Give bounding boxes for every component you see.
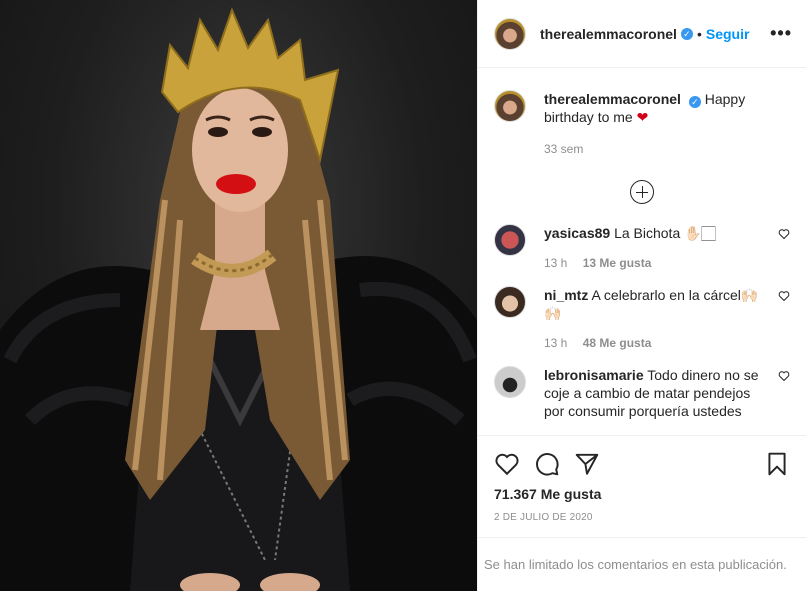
like-comment-heart-icon[interactable]: [778, 290, 790, 302]
portrait-illustration: [0, 7, 477, 591]
like-heart-icon[interactable]: [494, 451, 520, 477]
commenter-avatar[interactable]: [494, 366, 526, 398]
post-header: therealemmacoronel ✓ • Seguir •••: [478, 0, 806, 68]
post-actions: 71.367 Me gusta 2 DE JULIO DE 2020: [478, 435, 806, 523]
author-username[interactable]: therealemmacoronel: [540, 26, 677, 42]
comment-username[interactable]: ni_mtz: [544, 287, 588, 303]
more-options-icon[interactable]: •••: [770, 23, 792, 44]
comment-item: lebronisamarie Todo dinero no se coje a …: [494, 366, 790, 420]
share-paper-plane-icon[interactable]: [574, 451, 600, 477]
commenter-avatar[interactable]: [494, 286, 526, 318]
verified-badge-icon: ✓: [680, 27, 693, 40]
verified-badge-icon: ✓: [688, 96, 701, 108]
post-side-panel: therealemmacoronel ✓ • Seguir ••• therea…: [477, 0, 806, 591]
post-caption: therealemmacoronel ✓ Happy birthday to m…: [494, 68, 790, 158]
comment-likes[interactable]: 13 Me gusta: [583, 256, 652, 270]
comment-username[interactable]: yasicas89: [544, 225, 610, 241]
comment-item: yasicas89 La Bichota ✋🏻🏻 13 h 13 Me gust…: [494, 224, 790, 272]
comment-time[interactable]: 13 h: [544, 336, 567, 350]
separator-dot: •: [696, 25, 702, 42]
instagram-post: therealemmacoronel ✓ • Seguir ••• therea…: [0, 0, 806, 591]
caption-username[interactable]: therealemmacoronel: [544, 91, 681, 107]
author-avatar[interactable]: [494, 17, 526, 50]
load-more-comments-icon[interactable]: [630, 180, 654, 204]
save-bookmark-icon[interactable]: [764, 451, 790, 477]
like-comment-heart-icon[interactable]: [778, 228, 790, 240]
commenter-avatar[interactable]: [494, 224, 526, 256]
comments-limited-notice: Se han limitado los comentarios en esta …: [478, 537, 806, 591]
comments-list: therealemmacoronel ✓ Happy birthday to m…: [478, 68, 806, 435]
comment-text: La Bichota ✋🏻🏻: [614, 225, 716, 241]
post-photo[interactable]: [0, 0, 477, 591]
comment-item: ni_mtz A celebrarlo en la cárcel🙌🏻🙌🏻 13 …: [494, 286, 790, 352]
follow-button[interactable]: Seguir: [706, 26, 750, 42]
likes-count[interactable]: 71.367 Me gusta: [494, 486, 790, 502]
comment-username[interactable]: lebronisamarie: [544, 367, 644, 383]
comment-time[interactable]: 13 h: [544, 256, 567, 270]
comment-likes[interactable]: 48 Me gusta: [583, 336, 652, 350]
caption-avatar[interactable]: [494, 90, 526, 122]
post-date[interactable]: 2 DE JULIO DE 2020: [494, 512, 790, 523]
comment-bubble-icon[interactable]: [534, 451, 560, 477]
caption-timestamp[interactable]: 33 sem: [544, 140, 790, 158]
heart-emoji: ❤: [636, 109, 649, 125]
like-comment-heart-icon[interactable]: [778, 370, 790, 382]
